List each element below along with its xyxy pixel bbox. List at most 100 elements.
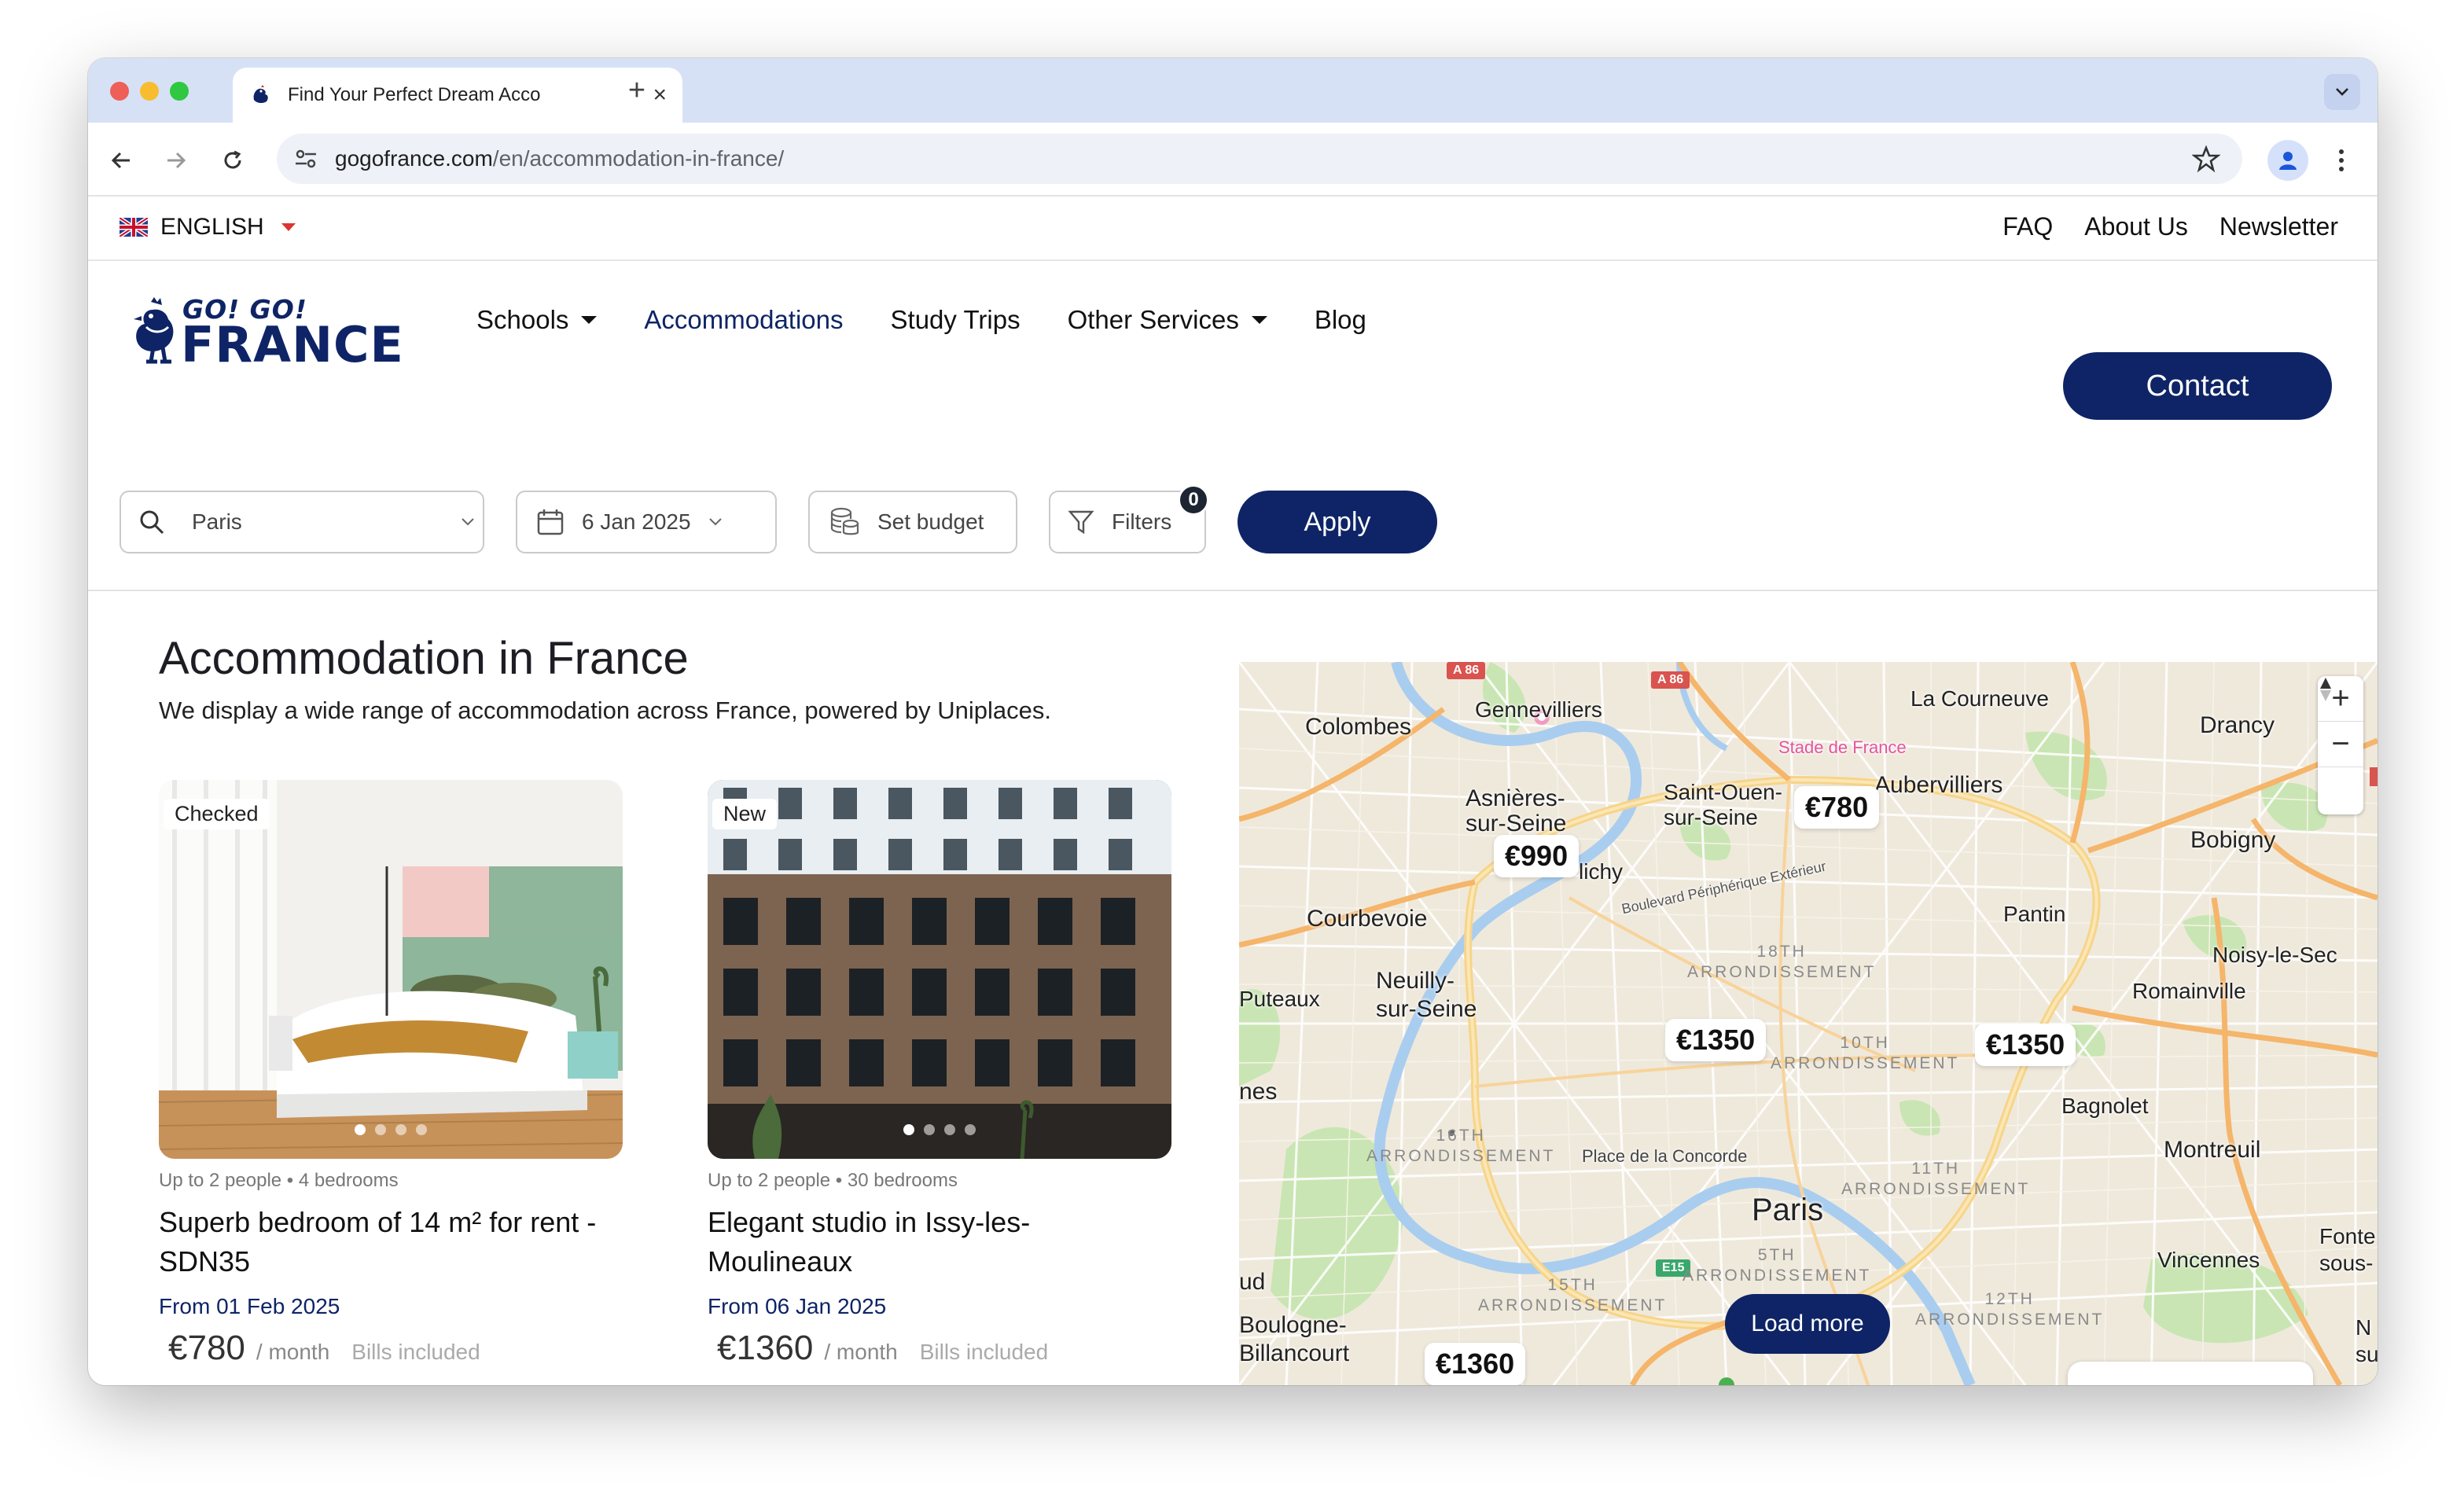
listing-title[interactable]: Superb bedroom of 14 m² for rent - SDN35	[159, 1203, 631, 1281]
district-label: 12TH ARRONDISSEMENT	[1915, 1290, 2105, 1329]
forward-button[interactable]	[159, 143, 193, 178]
map-label: Boulogne- Billancourt	[1239, 1312, 1350, 1366]
address-bar[interactable]: gogofrance.com/en/accommodation-in-franc…	[277, 134, 2242, 184]
reset-north-button[interactable]	[2318, 678, 2363, 813]
browser-menu-button[interactable]	[2324, 143, 2359, 178]
browser-toolbar: gogofrance.com/en/accommodation-in-franc…	[88, 123, 2378, 197]
results-map[interactable]: A 86 A 86 E15 Colombes Gennevilliers La …	[1239, 662, 2378, 1385]
gogofrance-logo[interactable]: GO! GO! FRANCE	[131, 292, 414, 373]
district-label: 5TH ARRONDISSEMENT	[1683, 1246, 1872, 1285]
map-bottom-panel	[2068, 1362, 2313, 1385]
budget-label: Set budget	[877, 509, 984, 534]
road-shield-edge	[2370, 767, 2378, 786]
price-pin[interactable]: €1350	[1665, 1019, 1767, 1061]
tab-strip: Find Your Perfect Dream Acco × +	[88, 58, 2378, 123]
district-label: 18TH ARRONDISSEMENT	[1687, 943, 1877, 981]
map-label: Drancy	[2200, 712, 2275, 738]
listing-photo[interactable]: Checked	[159, 780, 623, 1159]
map-label: nes	[1239, 1079, 1278, 1105]
zoom-out-button[interactable]: −	[2318, 722, 2363, 767]
carousel-dots[interactable]	[708, 1124, 1171, 1135]
maximize-window-button[interactable]	[170, 82, 189, 101]
language-selector[interactable]: ENGLISH	[120, 214, 296, 241]
caret-down-icon	[581, 316, 598, 324]
logo-text-bottom: FRANCE	[181, 316, 404, 373]
newsletter-link[interactable]: Newsletter	[2219, 212, 2338, 241]
location-select[interactable]: Paris	[120, 491, 484, 553]
nav-other-services[interactable]: Other Services	[1068, 305, 1267, 335]
about-us-link[interactable]: About Us	[2084, 212, 2188, 241]
tab-title: Find Your Perfect Dream Acco	[288, 84, 541, 105]
bills-note: Bills included	[919, 1340, 1049, 1364]
tab-search-button[interactable]	[2324, 74, 2360, 110]
filters-count-badge: 0	[1178, 484, 1209, 516]
compass-icon	[2320, 678, 2331, 701]
map-label: Noisy-le-Sec	[2212, 943, 2337, 967]
nav-blog[interactable]: Blog	[1315, 305, 1366, 335]
road-shield-a86: A 86	[1651, 671, 1690, 689]
price-pin[interactable]: €1350	[1975, 1024, 2076, 1066]
chevron-down-icon	[2336, 88, 2348, 96]
reload-button[interactable]	[215, 143, 250, 178]
map-label-paris: Paris	[1752, 1193, 1824, 1227]
price-pin[interactable]: €1360	[1425, 1343, 1526, 1385]
coins-icon	[830, 507, 859, 535]
rooster-logo-icon	[134, 297, 174, 364]
filter-funnel-icon	[1068, 510, 1094, 535]
map-label: La Courneuve	[1911, 686, 2049, 711]
listing-title[interactable]: Elegant studio in Issy-les-Moulineaux	[708, 1203, 1085, 1281]
map-label: Asnières- sur-Seine	[1466, 785, 1567, 836]
bedroom-photo	[159, 780, 623, 1159]
load-more-button[interactable]: Load more	[1725, 1294, 1890, 1354]
district-label: 16TH ARRONDISSEMENT	[1366, 1127, 1556, 1165]
rooster-favicon-icon	[248, 83, 272, 107]
back-arrow-icon	[111, 152, 130, 169]
close-window-button[interactable]	[110, 82, 129, 101]
faq-link[interactable]: FAQ	[2002, 212, 2053, 241]
filters-label: Filters	[1112, 509, 1172, 534]
minimize-window-button[interactable]	[140, 82, 159, 101]
map-label: Fonte sous-	[2319, 1224, 2376, 1275]
main-nav: Schools Accommodations Study Trips Other…	[476, 305, 1414, 335]
map-zoom-controls: + −	[2318, 676, 2363, 814]
nav-schools[interactable]: Schools	[476, 305, 598, 335]
nav-schools-label: Schools	[476, 305, 569, 334]
nav-accommodations[interactable]: Accommodations	[644, 305, 843, 335]
apply-button[interactable]: Apply	[1238, 491, 1437, 553]
price-pin[interactable]: €780	[1794, 786, 1880, 829]
listing-availability: From 01 Feb 2025	[159, 1294, 340, 1318]
search-icon	[140, 510, 164, 535]
map-poi-concorde: Place de la Concorde	[1582, 1146, 1748, 1166]
listing-card[interactable]: New Up to 2 people • 30 bedrooms Elegant…	[708, 780, 1171, 1368]
listing-price: €1360 / month Bills included	[708, 1329, 1171, 1368]
listing-price: €780 / month Bills included	[159, 1329, 623, 1368]
budget-button[interactable]: Set budget	[808, 491, 1017, 553]
avatar-icon	[2279, 152, 2297, 170]
browser-window: Find Your Perfect Dream Acco × + gogofra…	[88, 58, 2378, 1385]
utility-bar: ENGLISH FAQ About Us Newsletter	[88, 197, 2378, 261]
price-period: / month	[824, 1340, 898, 1364]
carousel-dots[interactable]	[159, 1124, 623, 1135]
site-header: GO! GO! FRANCE Schools Accommodations St…	[88, 261, 2378, 420]
listing-availability: From 06 Jan 2025	[708, 1294, 887, 1318]
date-picker[interactable]: 6 Jan 2025	[516, 491, 777, 553]
map-label: Bobigny	[2190, 827, 2276, 853]
back-button[interactable]	[104, 143, 138, 178]
map-label: Bagnolet	[2061, 1094, 2149, 1118]
bills-note: Bills included	[351, 1340, 480, 1364]
listing-card[interactable]: Checked Up to 2 people • 4 bedrooms Supe…	[159, 780, 623, 1368]
nav-study-trips-label: Study Trips	[890, 305, 1021, 334]
price-period: / month	[256, 1340, 330, 1364]
page-title: Accommodation in France	[159, 633, 689, 684]
chevron-down-icon	[708, 518, 722, 526]
top-links: FAQ About Us Newsletter	[2002, 212, 2338, 241]
bookmark-star-icon[interactable]	[2192, 145, 2220, 173]
caret-down-icon	[281, 223, 296, 231]
road-shield-a86: A 86	[1447, 662, 1486, 679]
profile-button[interactable]	[2267, 140, 2308, 181]
price-pin[interactable]: €990	[1494, 835, 1580, 877]
new-tab-button[interactable]: +	[615, 74, 659, 108]
listing-tag: Checked	[164, 799, 270, 829]
nav-study-trips[interactable]: Study Trips	[891, 305, 1021, 335]
listing-photo[interactable]: New	[708, 780, 1171, 1159]
